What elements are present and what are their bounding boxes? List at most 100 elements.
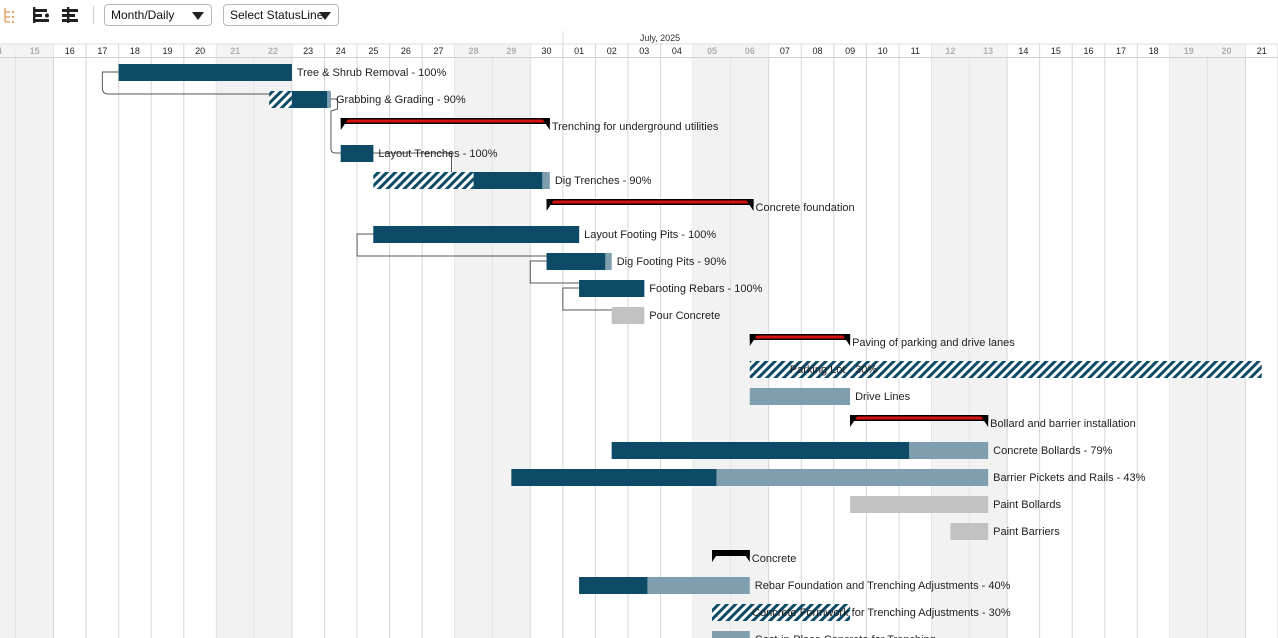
task-bar[interactable] — [611, 307, 645, 324]
gantt-row[interactable]: Parking Lot - 30% — [749, 361, 1262, 378]
progress-fill — [546, 253, 606, 270]
gantt-row[interactable]: Barrier Pickets and Rails - 43% — [511, 469, 1146, 486]
gantt-row[interactable]: Dig Trenches - 90% — [373, 172, 652, 189]
task-label: Tree & Shrub Removal - 100% — [297, 67, 447, 79]
weekend-column — [0, 58, 16, 638]
progress-fill — [611, 442, 910, 459]
day-label: 27 — [433, 46, 443, 56]
day-label: 12 — [945, 46, 955, 56]
task-bar[interactable] — [749, 388, 851, 405]
task-label: Layout Footing Pits - 100% — [584, 229, 716, 241]
gantt-row[interactable]: Concrete Formwork for Trenching Adjustme… — [712, 604, 1011, 621]
task-label: Paving of parking and drive lanes — [852, 337, 1015, 349]
task-bar[interactable] — [950, 523, 989, 540]
task-label: Barrier Pickets and Rails - 43% — [993, 472, 1145, 484]
gantt-chart: July, 2025 14 15 16 17 18 19 20 21 22 23 24 25 26 27 2… — [0, 31, 1278, 638]
gantt-row[interactable]: Layout Footing Pits - 100% — [373, 226, 716, 243]
gantt-canvas: July, 2025 14 15 16 17 18 19 20 21 22 23 24 25 26 27 2… — [0, 31, 1278, 638]
weekend-column — [492, 58, 531, 638]
hatched-bar — [269, 91, 292, 108]
task-label: Concrete Formwork for Trenching Adjustme… — [752, 607, 1011, 619]
day-label: 21 — [230, 46, 240, 56]
toolbar-divider — [93, 6, 94, 24]
task-label: Grabbing & Grading - 90% — [336, 94, 466, 106]
day-label: 28 — [469, 46, 479, 56]
day-label: 05 — [707, 46, 717, 56]
task-label: Concrete — [752, 553, 797, 565]
status-line-dropdown[interactable]: Select StatusLine — [223, 4, 339, 26]
weekend-column — [254, 58, 292, 638]
task-label: Paint Bollards — [993, 499, 1061, 511]
day-label: 14 — [0, 46, 2, 56]
progress-fill — [511, 469, 717, 486]
weekend-column — [1169, 58, 1208, 638]
day-label: 20 — [1222, 46, 1232, 56]
gantt-row[interactable]: Footing Rebars - 100% — [579, 280, 763, 297]
gantt-row[interactable]: Pour Concrete — [611, 307, 721, 324]
gantt-toolbar: Month/Daily Select StatusLine — [0, 0, 1278, 31]
task-label: Cast-in-Place Concrete for Trenching — [755, 634, 936, 638]
day-label: 07 — [780, 46, 790, 56]
chevron-down-icon — [319, 12, 331, 20]
gantt-row[interactable]: Grabbing & Grading - 90% — [269, 91, 466, 108]
day-label: 17 — [1116, 46, 1126, 56]
gantt-row[interactable]: Layout Trenches - 100% — [340, 145, 498, 162]
task-label: Dig Trenches - 90% — [555, 175, 652, 187]
day-label: 17 — [97, 46, 107, 56]
chevron-down-icon — [192, 12, 204, 20]
progress-fill — [473, 172, 543, 189]
hatched-bar — [373, 172, 474, 189]
day-label: 11 — [911, 46, 920, 56]
day-label: 08 — [813, 46, 823, 56]
weekend-column — [15, 58, 54, 638]
gantt-row[interactable]: Paint Bollards — [850, 496, 1062, 513]
weekend-column — [216, 58, 255, 638]
day-label: 30 — [542, 46, 552, 56]
day-label: 06 — [745, 46, 755, 56]
gantt-row[interactable]: Paint Barriers — [950, 523, 1060, 540]
view-mode-dropdown[interactable]: Month/Daily — [104, 4, 212, 26]
view-mode-value: Month/Daily — [111, 8, 175, 22]
progress-fill — [340, 145, 374, 162]
day-label: 22 — [268, 46, 278, 56]
day-label: 24 — [336, 46, 346, 56]
day-label: 18 — [1149, 46, 1159, 56]
task-label: Concrete foundation — [756, 202, 855, 214]
task-label: Parking Lot - 30% — [790, 364, 878, 376]
task-label: Rebar Foundation and Trenching Adjustmen… — [755, 580, 1011, 592]
day-label: 18 — [130, 46, 140, 56]
task-bar[interactable] — [850, 496, 989, 513]
day-label: 03 — [639, 46, 649, 56]
task-bar[interactable] — [712, 631, 750, 638]
day-label: 14 — [1018, 46, 1028, 56]
day-label: 23 — [303, 46, 313, 56]
status-line-value: Select StatusLine — [230, 8, 324, 22]
day-label: 29 — [506, 46, 516, 56]
weekend-column — [454, 58, 493, 638]
task-label: Trenching for underground utilities — [552, 121, 719, 133]
gantt-row[interactable]: Tree & Shrub Removal - 100% — [118, 64, 447, 81]
day-label: 25 — [368, 46, 378, 56]
day-label: 19 — [163, 46, 173, 56]
collapse-rows-icon[interactable] — [60, 5, 80, 25]
day-label: 04 — [672, 46, 682, 56]
day-label: 20 — [195, 46, 205, 56]
gantt-row[interactable]: Dig Footing Pits - 90% — [546, 253, 727, 270]
task-label: Pour Concrete — [649, 310, 720, 322]
day-label: 16 — [65, 46, 75, 56]
gantt-tree-icon[interactable] — [2, 5, 22, 25]
progress-fill — [291, 91, 328, 108]
weekend-column — [1207, 58, 1246, 638]
expand-rows-icon[interactable] — [31, 5, 51, 25]
task-label: Footing Rebars - 100% — [649, 283, 762, 295]
gantt-row[interactable]: Concrete Bollards - 79% — [611, 442, 1113, 459]
day-label: 21 — [1257, 46, 1267, 56]
day-label: 13 — [983, 46, 993, 56]
gantt-row[interactable]: Drive Lines — [749, 388, 911, 405]
progress-fill — [579, 280, 645, 297]
progress-fill — [579, 577, 648, 594]
day-label: 26 — [401, 46, 411, 56]
gantt-row[interactable]: Rebar Foundation and Trenching Adjustmen… — [579, 577, 1011, 594]
day-label: 02 — [607, 46, 617, 56]
task-label: Paint Barriers — [993, 526, 1060, 538]
